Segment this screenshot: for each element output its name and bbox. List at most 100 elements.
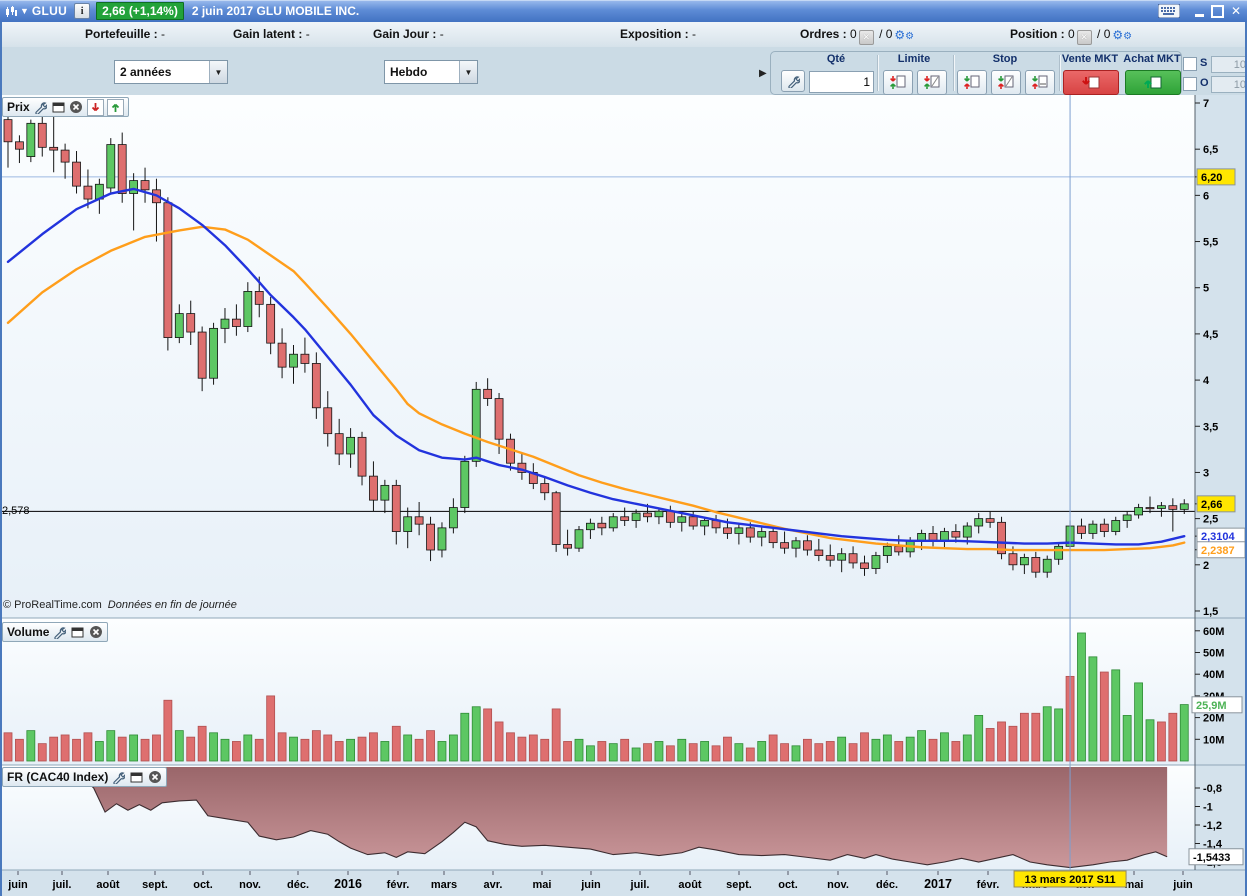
sell-shortcut-icon[interactable] — [86, 98, 104, 116]
svg-text:5,5: 5,5 — [1203, 237, 1218, 249]
svg-text:août: août — [678, 879, 702, 891]
s-checkbox[interactable] — [1183, 57, 1197, 71]
svg-text:nov.: nov. — [827, 879, 849, 891]
detach-window-icon[interactable] — [129, 770, 144, 785]
sell-stop-button[interactable] — [991, 70, 1021, 95]
close-icon[interactable] — [147, 770, 162, 785]
exposition-field: Exposition : - — [620, 27, 696, 41]
svg-text:sept.: sept. — [726, 879, 752, 891]
trailing-stop-button[interactable] — [1025, 70, 1055, 95]
buy-limit-button[interactable] — [883, 70, 913, 95]
svg-text:4,5: 4,5 — [1203, 329, 1218, 341]
svg-text:-1,2: -1,2 — [1203, 820, 1222, 832]
wrench-icon[interactable] — [111, 770, 126, 785]
stop-order-toggles: S O — [1183, 56, 1247, 96]
close-button[interactable]: ✕ — [1231, 0, 1241, 22]
svg-text:févr.: févr. — [977, 879, 1000, 891]
sell-arrow-icon — [1082, 76, 1100, 89]
ordres-suffix: / 0 — [879, 27, 893, 41]
svg-text:5: 5 — [1203, 283, 1209, 295]
svg-text:2,2387: 2,2387 — [1201, 545, 1235, 557]
svg-text:6: 6 — [1203, 190, 1209, 202]
session-info: 2 juin 2017 GLU MOBILE INC. — [191, 4, 360, 18]
info-icon[interactable]: i — [74, 3, 91, 19]
wrench-icon[interactable] — [33, 100, 48, 115]
attribution-text: © ProRealTime.com — [3, 599, 102, 611]
cancel-orders-icon[interactable]: ✕ — [858, 30, 874, 45]
close-icon[interactable] — [69, 100, 84, 115]
cursor-date-label: 13 mars 2017 S11 — [1013, 870, 1127, 888]
svg-text:25,9M: 25,9M — [1196, 700, 1227, 712]
gain-latent-label: Gain latent : — [233, 27, 303, 41]
attribution-note: Données en fin de journée — [107, 599, 237, 611]
svg-text:60M: 60M — [1203, 626, 1224, 638]
gain-latent-field: Gain latent : - — [233, 27, 310, 41]
sell-limit-button[interactable] — [917, 70, 947, 95]
chart-area[interactable]: 76,565,554,543,532,521,560M50M40M30M20M1… — [0, 95, 1247, 896]
collapse-arrow-icon[interactable]: ▶ — [759, 68, 767, 79]
proreal-time-window: ▼ GLUU i 2,66 (+1,14%) 2 juin 2017 GLU M… — [0, 0, 1247, 896]
svg-text:3: 3 — [1203, 467, 1209, 479]
level-line-label: 2,578 — [2, 505, 30, 517]
stop-label: Stop — [992, 53, 1018, 65]
close-icon[interactable] — [88, 625, 103, 640]
portefeuille-value: - — [161, 27, 166, 41]
position-label: Position : — [1010, 27, 1065, 41]
svg-text:13 mars 2017 S11: 13 mars 2017 S11 — [1024, 874, 1115, 886]
detach-window-icon[interactable] — [51, 100, 66, 115]
symbol-label: GLUU — [31, 4, 68, 18]
price-panel-title: Prix — [7, 100, 30, 114]
buy-shortcut-icon[interactable] — [106, 98, 124, 116]
chevron-down-icon[interactable]: ▼ — [20, 6, 29, 16]
exposition-label: Exposition : — [620, 27, 689, 41]
o-checkbox[interactable] — [1183, 77, 1197, 91]
svg-text:20M: 20M — [1203, 713, 1224, 725]
svg-text:juil.: juil. — [630, 879, 650, 891]
close-position-icon[interactable]: ✕ — [1076, 30, 1092, 45]
wrench-icon[interactable] — [52, 625, 67, 640]
axis-marker: 2,2387 — [1195, 541, 1246, 559]
sell-market-button[interactable] — [1063, 70, 1119, 95]
ordres-count: 0 — [850, 27, 857, 41]
qty-input[interactable] — [809, 71, 874, 93]
buy-stop-button[interactable] — [957, 70, 987, 95]
timeframe-select[interactable]: Hebdo ▼ — [384, 60, 478, 84]
range-select[interactable]: 2 années ▼ — [114, 60, 228, 84]
o-value-input[interactable] — [1211, 76, 1247, 93]
portefeuille-label: Portefeuille : — [85, 27, 158, 41]
minimize-button[interactable] — [1194, 13, 1204, 17]
detach-window-icon[interactable] — [70, 625, 85, 640]
svg-text:-1,5433: -1,5433 — [1193, 852, 1230, 864]
gears-icon[interactable]: ⚙⚙ — [1112, 28, 1132, 42]
wrench-icon — [787, 75, 800, 88]
title-bar[interactable]: ▼ GLUU i 2,66 (+1,14%) 2 juin 2017 GLU M… — [0, 0, 1247, 22]
svg-text:déc.: déc. — [287, 879, 309, 891]
chevron-down-icon: ▼ — [459, 61, 477, 83]
svg-text:juin: juin — [580, 879, 601, 891]
chart-canvas[interactable]: 76,565,554,543,532,521,560M50M40M30M20M1… — [0, 95, 1247, 896]
maximize-button[interactable] — [1210, 4, 1224, 18]
gears-icon[interactable]: ⚙⚙ — [894, 28, 914, 42]
keyboard-icon[interactable] — [1157, 4, 1180, 18]
svg-text:6,20: 6,20 — [1201, 172, 1222, 184]
svg-text:oct.: oct. — [193, 879, 213, 891]
svg-text:-0,8: -0,8 — [1203, 783, 1222, 795]
svg-text:50M: 50M — [1203, 648, 1224, 660]
attribution: © ProRealTime.com Données en fin de journ… — [3, 599, 237, 611]
axis-marker: -1,5433 — [1188, 848, 1244, 866]
price-panel-header: Prix — [2, 97, 129, 117]
toolbar: 2 années ▼ Hebdo ▼ ▼ ▶ — [0, 47, 1247, 138]
order-settings-button[interactable] — [781, 70, 805, 92]
svg-text:mai: mai — [1125, 879, 1144, 891]
svg-text:6,5: 6,5 — [1203, 144, 1218, 156]
svg-text:-1: -1 — [1203, 802, 1213, 814]
qty-label: Qté — [826, 53, 846, 65]
svg-text:2017: 2017 — [924, 877, 952, 891]
s-value-input[interactable] — [1211, 56, 1247, 73]
achat-mkt-label: Achat MKT — [1123, 53, 1181, 65]
svg-text:10M: 10M — [1203, 734, 1224, 746]
svg-text:2016: 2016 — [334, 877, 362, 891]
svg-text:1,5: 1,5 — [1203, 606, 1218, 618]
buy-market-button[interactable] — [1125, 70, 1181, 95]
svg-text:40M: 40M — [1203, 669, 1224, 681]
